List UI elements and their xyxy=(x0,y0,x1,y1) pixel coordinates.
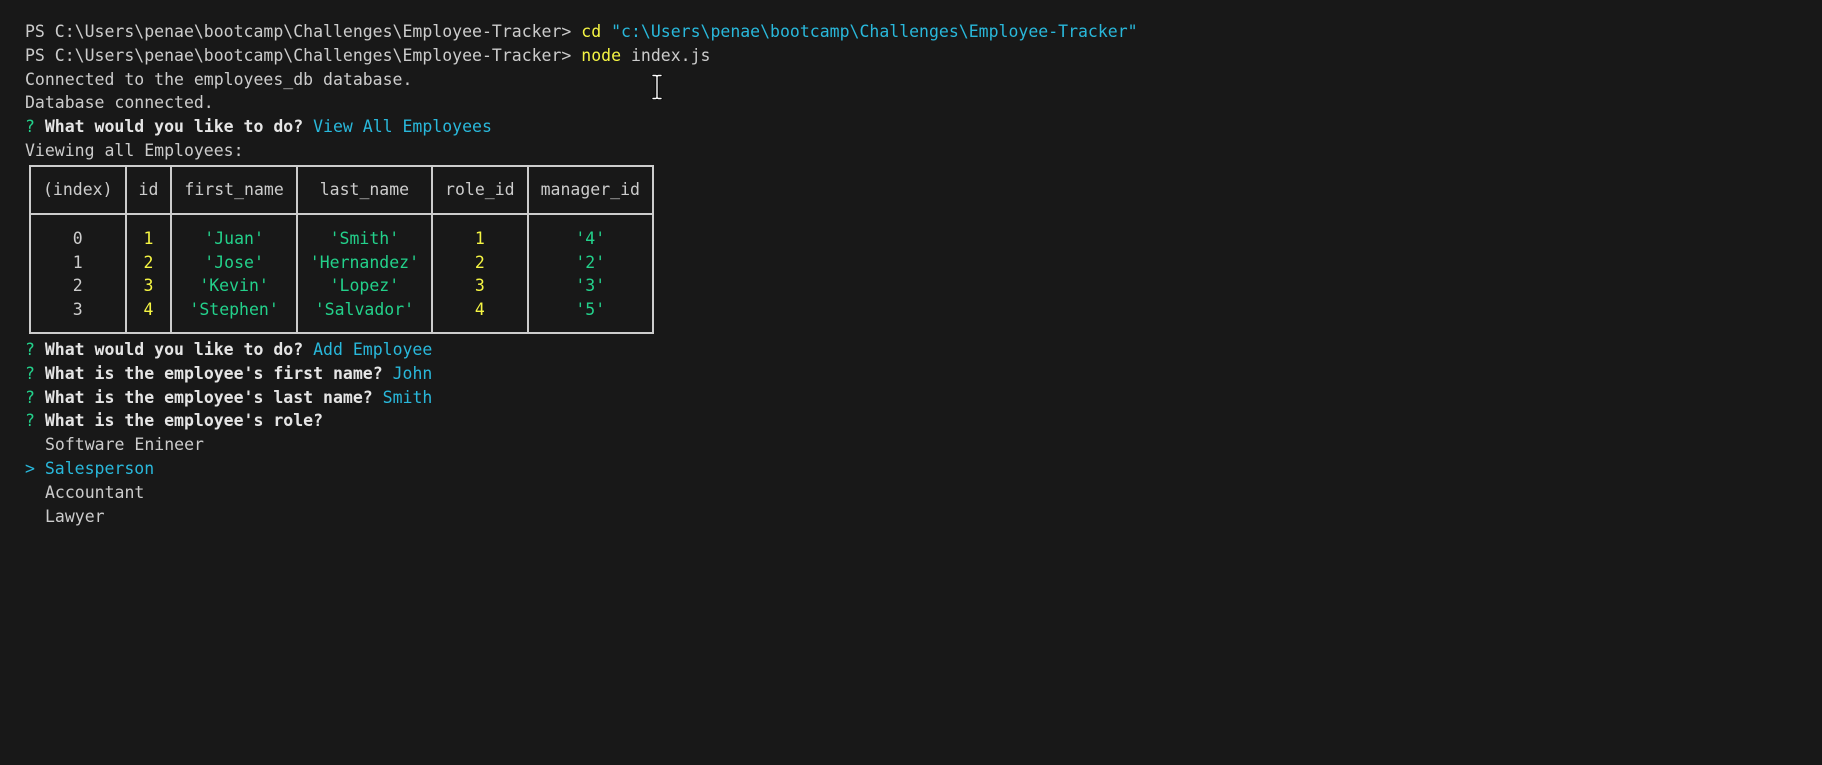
table-header-row: (index) id first_name last_name role_id … xyxy=(30,165,653,215)
question-text: What would you like to do? xyxy=(44,117,304,137)
employees-table: (index) id first_name last_name role_id … xyxy=(29,164,654,334)
prompt-question: ? What would you like to do? View All Em… xyxy=(25,115,1822,139)
command-argument: "c:\Users\penae\bootcamp\Challenges\Empl… xyxy=(611,22,1138,41)
table-row: 0 1 'Juan' 'Smith' 1 '4' xyxy=(30,213,653,251)
cell-manager-id: '3' xyxy=(575,276,606,296)
output-viewing: Viewing all Employees: xyxy=(25,140,244,160)
question-mark: ? xyxy=(25,363,35,383)
question-answer: John xyxy=(392,363,433,383)
role-choice-label: Salesperson xyxy=(44,458,155,478)
question-text: What would you like to do? xyxy=(44,339,304,359)
command-line-cd: PS C:\Users\penae\bootcamp\Challenges\Em… xyxy=(25,20,1822,44)
prompt-question: ? What is the employee's first name? Joh… xyxy=(25,362,1822,386)
cell-manager-id: '2' xyxy=(575,252,606,272)
role-choice-item[interactable]: Lawyer xyxy=(25,505,1822,529)
cell-id: 1 xyxy=(125,213,173,251)
question-answer: Smith xyxy=(382,387,433,407)
employees-table-wrapper: (index) id first_name last_name role_id … xyxy=(29,164,1822,334)
question-text: What is the employee's last name? xyxy=(44,387,373,407)
selection-pointer-icon: > xyxy=(25,458,35,478)
cell-index: 1 xyxy=(30,250,127,275)
column-header: last_name xyxy=(296,165,434,215)
role-choice-item[interactable]: Accountant xyxy=(25,481,1822,505)
cell-role-id: 4 xyxy=(432,298,529,333)
cell-manager-id: '5' xyxy=(575,300,606,320)
column-header: (index) xyxy=(30,165,127,215)
prompt-question: ? What would you like to do? Add Employe… xyxy=(25,338,1822,362)
cell-last-name: 'Lopez' xyxy=(296,274,434,299)
cell-index: 3 xyxy=(30,298,127,333)
cell-index: 0 xyxy=(30,213,127,251)
question-text: What is the employee's first name? xyxy=(44,363,383,383)
output-connected: Connected to the employees_db database. xyxy=(25,69,413,89)
question-answer: Add Employee xyxy=(313,339,433,359)
table-row: 3 4 'Stephen' 'Salvador' 4 '5' xyxy=(30,298,653,333)
role-choice-label: Accountant xyxy=(45,482,145,502)
command-keyword: cd xyxy=(581,22,602,41)
cell-first-name: 'Juan' xyxy=(171,213,298,251)
cell-last-name: 'Hernandez' xyxy=(296,250,434,275)
cell-first-name: 'Jose' xyxy=(171,250,298,275)
prompt-question: ? What is the employee's role? xyxy=(25,409,1822,433)
table-row: 2 3 'Kevin' 'Lopez' 3 '3' xyxy=(30,274,653,299)
cell-last-name: 'Salvador' xyxy=(296,298,434,333)
shell-prompt: PS C:\Users\penae\bootcamp\Challenges\Em… xyxy=(25,45,582,65)
cell-id: 3 xyxy=(125,274,173,299)
command-keyword: node xyxy=(581,45,622,65)
shell-prompt: PS C:\Users\penae\bootcamp\Challenges\Em… xyxy=(25,22,582,41)
command-line-node: PS C:\Users\penae\bootcamp\Challenges\Em… xyxy=(25,44,1822,68)
question-mark: ? xyxy=(25,339,35,359)
cell-id: 4 xyxy=(125,298,173,333)
column-header: role_id xyxy=(432,165,529,215)
command-argument: index.js xyxy=(630,45,711,65)
cell-role-id: 3 xyxy=(432,274,529,299)
question-text: What is the employee's role? xyxy=(44,411,324,431)
cell-id: 2 xyxy=(125,250,173,275)
cell-index: 2 xyxy=(30,274,127,299)
cell-first-name: 'Kevin' xyxy=(171,274,298,299)
prompt-question: ? What is the employee's last name? Smit… xyxy=(25,386,1822,410)
column-header: id xyxy=(125,165,173,215)
role-choice-label: Lawyer xyxy=(45,506,105,526)
cell-role-id: 1 xyxy=(432,213,529,251)
column-header: manager_id xyxy=(527,165,653,215)
role-choice-label: Software Enineer xyxy=(45,435,204,455)
table-row: 1 2 'Jose' 'Hernandez' 2 '2' xyxy=(30,250,653,275)
terminal-output[interactable]: PS C:\Users\penae\bootcamp\Challenges\Em… xyxy=(0,0,1822,765)
question-mark: ? xyxy=(25,411,35,431)
question-answer: View All Employees xyxy=(313,117,492,137)
role-choice-item-selected[interactable]: > Salesperson xyxy=(25,457,1822,481)
output-db-connected: Database connected. xyxy=(25,93,214,113)
question-mark: ? xyxy=(25,387,35,407)
cell-manager-id: '4' xyxy=(575,228,606,248)
column-header: first_name xyxy=(171,165,298,215)
question-mark: ? xyxy=(25,117,35,137)
cell-last-name: 'Smith' xyxy=(296,213,434,251)
role-choice-item[interactable]: Software Enineer xyxy=(25,433,1822,457)
i-beam-cursor-icon xyxy=(651,74,663,100)
cell-role-id: 2 xyxy=(432,250,529,275)
cell-first-name: 'Stephen' xyxy=(171,298,298,333)
